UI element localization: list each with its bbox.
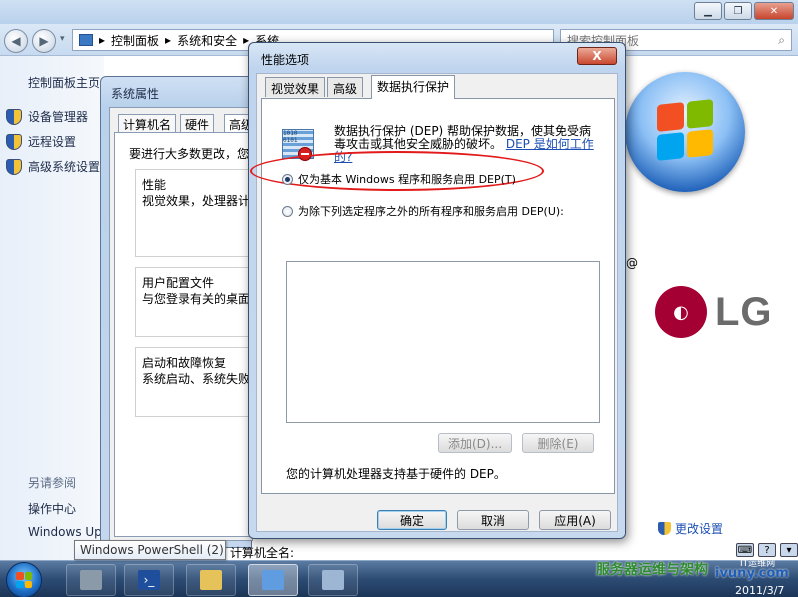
lg-oem-logo: ◐ LG	[655, 286, 773, 338]
taskbar-powershell[interactable]: ›_	[124, 564, 174, 596]
group-label: 启动和故障恢复	[142, 356, 227, 370]
start-button[interactable]	[6, 562, 42, 597]
performance-options-dialog: 性能选项 X 视觉效果 高级 数据执行保护 1010 0101 数据执行保护 (…	[248, 42, 626, 539]
system-properties-title: 系统属性	[111, 87, 160, 101]
taskbar-server-manager[interactable]	[66, 564, 116, 596]
close-button[interactable]: ✕	[754, 2, 794, 20]
windows-flag-icon	[657, 99, 713, 161]
control-panel-sidebar: 控制面板主页 设备管理器 远程设置 高级系统设置 另请参阅 操作中心 Windo…	[0, 56, 104, 560]
control-panel-titlebar: ▁ ❐ ✕	[0, 0, 798, 24]
see-also-windows-update[interactable]: Windows Up	[28, 525, 102, 539]
folder-icon	[200, 570, 222, 590]
dialog-body: 视觉效果 高级 数据执行保护 1010 0101 数据执行保护 (DEP) 帮助…	[250, 73, 618, 532]
control-panel-icon	[262, 570, 284, 590]
group-description: 视觉效果，处理器计	[142, 194, 251, 208]
user-profiles-group: 用户配置文件 与您登录有关的桌面	[135, 267, 259, 337]
tab-hardware[interactable]: 硬件	[180, 114, 215, 132]
tab-computer-name[interactable]: 计算机名	[118, 114, 177, 132]
taskbar-date[interactable]: 2011/3/7	[735, 584, 784, 597]
computer-full-name-label: 计算机全名:	[230, 546, 295, 560]
processor-brand-mark: @	[626, 256, 638, 270]
breadcrumb-sep-icon: ▸	[99, 33, 106, 47]
radio-all-except-selected[interactable]: 为除下列选定程序之外的所有程序和服务启用 DEP(U):	[282, 203, 564, 219]
performance-group: 性能 视觉效果，处理器计	[135, 169, 259, 257]
add-button[interactable]: 添加(D)...	[438, 433, 512, 453]
stop-icon	[298, 147, 312, 161]
back-button[interactable]: ◀	[4, 29, 28, 53]
radio-button[interactable]	[282, 205, 293, 217]
group-description: 系统启动、系统失败	[142, 372, 251, 386]
radio-button-checked[interactable]	[282, 173, 293, 185]
see-also-heading: 另请参阅	[28, 476, 77, 490]
sidebar-item-label: 高级系统设置	[28, 160, 101, 174]
shield-icon	[6, 158, 22, 175]
dep-panel: 1010 0101 数据执行保护 (DEP) 帮助保护数据，使其免受病毒攻击或其…	[250, 98, 615, 494]
sidebar-item-advanced-settings[interactable]: 高级系统设置	[6, 158, 100, 175]
windows-flag-icon	[16, 572, 32, 588]
apply-button[interactable]: 应用(A)	[539, 510, 611, 530]
lg-circle-icon: ◐	[655, 286, 707, 338]
sidebar-item-label: 远程设置	[28, 135, 77, 149]
minimize-button[interactable]: ▁	[694, 2, 722, 20]
keyboard-icon[interactable]: ⌨	[736, 543, 754, 557]
shield-icon	[658, 522, 671, 535]
control-panel-icon	[79, 34, 93, 46]
tab-advanced[interactable]: 高级	[327, 77, 364, 97]
watermark-text: 服务器运维与架构	[596, 562, 708, 578]
tab-visual-effects[interactable]: 视觉效果	[265, 77, 326, 97]
group-label: 用户配置文件	[142, 276, 215, 290]
ok-button[interactable]: 确定	[377, 510, 447, 530]
hardware-dep-support-text: 您的计算机处理器支持基于硬件的 DEP。	[286, 467, 506, 481]
help-icon[interactable]: ?	[758, 543, 776, 557]
dep-description: 数据执行保护 (DEP) 帮助保护数据，使其免受病毒攻击或其他安全威胁的破坏。 …	[334, 125, 598, 164]
see-also-action-center[interactable]: 操作中心	[28, 500, 76, 517]
windows-logo	[625, 72, 745, 192]
taskbar-control-panel[interactable]	[248, 564, 298, 596]
dialog-title: 性能选项	[261, 53, 310, 67]
sidebar-item-remote-settings[interactable]: 远程设置	[6, 133, 76, 150]
caption-buttons: ▁ ❐ ✕	[694, 2, 794, 20]
history-dropdown-icon[interactable]: ▾	[60, 34, 65, 44]
startup-recovery-group: 启动和故障恢复 系统启动、系统失败	[135, 347, 259, 417]
sidebar-item-label: 设备管理器	[28, 110, 89, 124]
system-tray: ⌨ ? ▾	[736, 543, 798, 557]
taskbar-explorer[interactable]	[186, 564, 236, 596]
lg-wordmark: LG	[715, 289, 773, 334]
change-settings-link[interactable]: 更改设置	[658, 520, 723, 537]
taskbar-remote-desktop[interactable]	[308, 564, 358, 596]
breadcrumb-item[interactable]: 系统和安全	[177, 32, 237, 49]
server-manager-icon	[80, 570, 102, 590]
system-properties-body: 计算机名 硬件 高级 要进行大多数更改，您 性能 视觉效果，处理器计 用户配置文…	[109, 107, 259, 541]
system-properties-window: 系统属性 计算机名 硬件 高级 要进行大多数更改，您 性能 视觉效果，处理器计 …	[100, 76, 259, 548]
group-description: 与您登录有关的桌面	[142, 292, 251, 306]
breadcrumb-item[interactable]: 控制面板	[111, 32, 159, 49]
radio-label: 为除下列选定程序之外的所有程序和服务启用 DEP(U):	[298, 205, 564, 218]
shield-icon	[6, 108, 22, 125]
tray-arrow-icon[interactable]: ▾	[780, 543, 798, 557]
maximize-button[interactable]: ❐	[724, 2, 752, 20]
forward-button[interactable]: ▶	[32, 29, 56, 53]
powershell-icon: ›_	[138, 570, 160, 590]
remote-desktop-icon	[322, 570, 344, 590]
sidebar-home-link[interactable]: 控制面板主页	[28, 74, 100, 91]
tab-data-execution-prevention[interactable]: 数据执行保护	[371, 75, 456, 99]
breadcrumb-sep-icon: ▸	[165, 33, 172, 47]
close-button[interactable]: X	[577, 47, 617, 65]
radio-label: 仅为基本 Windows 程序和服务启用 DEP(T)	[298, 173, 516, 186]
sidebar-item-device-manager[interactable]: 设备管理器	[6, 108, 88, 125]
remove-button[interactable]: 删除(E)	[522, 433, 594, 453]
cancel-button[interactable]: 取消	[457, 510, 529, 530]
watermark-ribbon: IT运维网	[740, 559, 776, 569]
system-properties-panel: 要进行大多数更改，您 性能 视觉效果，处理器计 用户配置文件 与您登录有关的桌面…	[114, 132, 259, 537]
search-icon[interactable]: ⌕	[778, 33, 785, 48]
shield-icon	[6, 133, 22, 150]
excluded-programs-list[interactable]	[286, 261, 600, 423]
change-settings-label: 更改设置	[675, 522, 724, 536]
radio-windows-only[interactable]: 仅为基本 Windows 程序和服务启用 DEP(T)	[282, 171, 516, 187]
taskbar-tooltip: Windows PowerShell (2)	[74, 540, 226, 560]
admin-intro-text: 要进行大多数更改，您	[129, 147, 250, 161]
group-label: 性能	[142, 178, 167, 192]
